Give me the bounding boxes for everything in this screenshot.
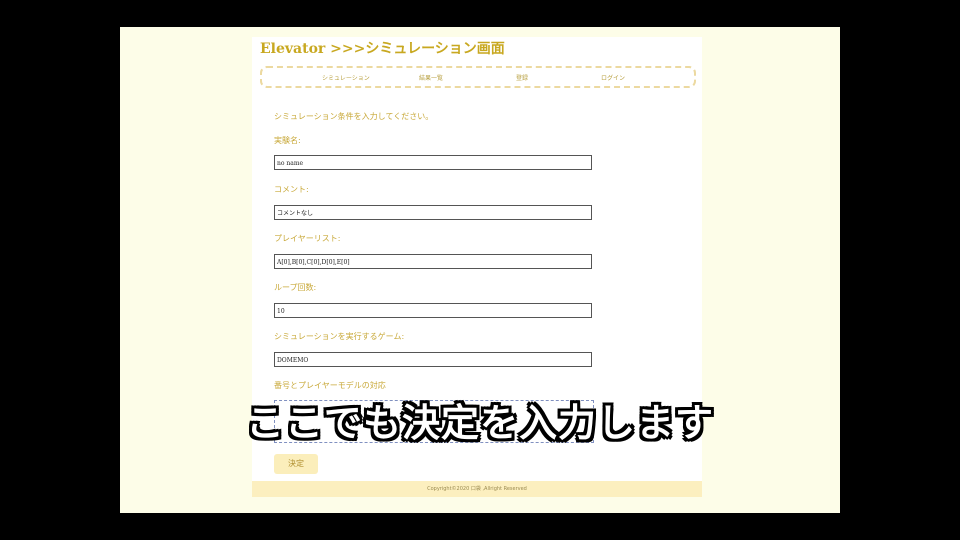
page-title: Elevator >>>シミュレーション画面 xyxy=(260,41,505,57)
comment-input[interactable]: コメントなし xyxy=(274,205,592,220)
video-caption: ここでも決定を入力します xyxy=(245,401,714,445)
mapping-label: 番号とプレイヤーモデルの対応 xyxy=(274,381,386,390)
player-list-label: プレイヤーリスト: xyxy=(274,234,341,243)
loop-count-input[interactable]: 10 xyxy=(274,303,592,318)
game-input[interactable]: DOMEMO xyxy=(274,352,592,367)
comment-label: コメント: xyxy=(274,185,309,194)
form-intro: シミュレーション条件を入力してください。 xyxy=(274,112,434,121)
player-list-input[interactable]: A[0],B[0],C[0],D[0],E[0] xyxy=(274,254,592,269)
loop-count-label: ループ回数: xyxy=(274,283,317,292)
nav-item-results[interactable]: 結果一覧 xyxy=(419,73,443,82)
nav-bar: シミュレーション 結果一覧 登録 ログイン xyxy=(260,66,696,88)
nav-item-simulation[interactable]: シミュレーション xyxy=(322,73,370,82)
submit-button[interactable]: 決定 xyxy=(274,454,318,474)
footer-copyright: Copyright©2020 口袋 ,Allright Reserved xyxy=(252,481,702,497)
experiment-name-label: 実験名: xyxy=(274,136,301,145)
experiment-name-input[interactable]: no name xyxy=(274,155,592,170)
nav-item-login[interactable]: ログイン xyxy=(601,73,625,82)
game-label: シミュレーションを実行するゲーム: xyxy=(274,332,405,341)
nav-item-register[interactable]: 登録 xyxy=(516,73,528,82)
